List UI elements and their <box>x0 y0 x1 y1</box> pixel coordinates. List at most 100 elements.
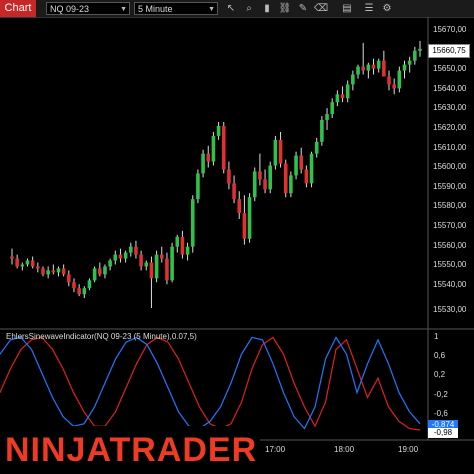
candle-body <box>36 266 40 269</box>
time-label: 19:00 <box>398 445 419 454</box>
indicator-axis-label: -0,2 <box>434 390 448 399</box>
candle-body <box>15 258 19 267</box>
candle-body <box>335 94 340 103</box>
price-label: 15530,00 <box>433 305 467 314</box>
candle-body <box>325 114 329 121</box>
price-label: 15560,00 <box>433 241 467 250</box>
candle-body <box>41 268 45 275</box>
candle-body <box>402 64 407 71</box>
candle-body <box>206 153 211 162</box>
candle-body <box>190 199 195 247</box>
candle-body <box>356 66 360 75</box>
candle-body <box>242 213 247 239</box>
price-label: 15580,00 <box>433 201 467 210</box>
candle-body <box>113 254 118 261</box>
price-label: 15600,00 <box>433 162 467 171</box>
candle-body <box>180 236 185 255</box>
candle-body <box>221 125 226 170</box>
candle-body <box>77 288 81 295</box>
candle-body <box>196 173 200 200</box>
price-label: 15550,00 <box>433 260 467 269</box>
price-label: 15620,00 <box>433 123 467 132</box>
candle-body <box>309 153 314 184</box>
candle-body <box>134 246 138 255</box>
candle-body <box>30 260 35 267</box>
price-label: 15650,00 <box>433 64 467 73</box>
candle-body <box>392 84 396 89</box>
candle-body <box>103 266 107 275</box>
candle-body <box>82 288 87 295</box>
candle-body <box>361 66 365 71</box>
candle-body <box>46 270 50 275</box>
candle-body <box>366 64 371 71</box>
candle-body <box>139 254 143 267</box>
candle-body <box>175 236 180 247</box>
ninjatrader-logo: NINJATRADER <box>0 426 260 474</box>
indicator-axis-label: -0,6 <box>434 409 448 418</box>
candle-body <box>351 74 355 85</box>
candle-body <box>118 254 123 259</box>
candle-body <box>237 199 242 214</box>
candle-body <box>185 246 190 255</box>
price-label: 15570,00 <box>433 221 467 230</box>
candle-body <box>273 139 278 166</box>
indicator-label: EhlersSinewaveIndicator(NQ 09-23 (5 Minu… <box>6 332 197 341</box>
candle-body <box>67 274 71 283</box>
indicator-tag-red: -0,98 <box>428 428 458 438</box>
candle-body <box>294 155 298 176</box>
candle-body <box>330 102 335 115</box>
candle-body <box>201 153 205 174</box>
candle-body <box>407 60 412 65</box>
candle-body <box>108 260 112 267</box>
candle-body <box>387 76 391 85</box>
indicator-axis-label: 0,6 <box>434 351 446 360</box>
candle-body <box>25 260 30 265</box>
candle-body <box>72 282 76 289</box>
indicator-axis-label: 1 <box>434 332 439 341</box>
candle-body <box>56 268 61 273</box>
candle-body <box>154 254 159 279</box>
candle-body <box>252 171 257 198</box>
candle-body <box>51 270 56 273</box>
candle-body <box>263 179 267 190</box>
candle-body <box>345 84 350 99</box>
candle-body <box>61 268 66 275</box>
candle-body <box>20 264 25 267</box>
current-price-marker: 15660,75 <box>428 44 470 58</box>
candle-body <box>123 252 128 259</box>
candle-body <box>10 256 14 259</box>
price-label: 15540,00 <box>433 280 467 289</box>
time-label: 17:00 <box>265 445 286 454</box>
candle-body <box>278 139 283 164</box>
candle-body <box>268 165 273 190</box>
price-label: 15670,00 <box>433 25 467 34</box>
candle-body <box>418 48 422 51</box>
price-label: 15610,00 <box>433 143 467 152</box>
candle-body <box>227 169 231 184</box>
candle-body <box>216 125 221 136</box>
candle-body <box>397 70 402 89</box>
candle-body <box>382 60 386 77</box>
price-axis: 15670,00 15650,00 15640,00 15630,00 1562… <box>429 18 474 328</box>
candle-body <box>87 280 92 289</box>
candle-body <box>258 171 262 180</box>
candle-body <box>304 169 309 184</box>
candle-body <box>211 135 216 162</box>
candle-body <box>97 268 102 275</box>
candle-body <box>170 246 174 281</box>
time-label: 18:00 <box>334 445 355 454</box>
candle-body <box>371 64 376 69</box>
sine-line-blue <box>0 336 421 430</box>
indicator-axis-label: 0,2 <box>434 370 446 379</box>
chart-canvas[interactable] <box>0 0 474 474</box>
candle-body <box>149 262 154 279</box>
candle-body <box>320 120 324 142</box>
candle-body <box>289 175 293 194</box>
candle-body <box>413 50 417 61</box>
price-label: 15640,00 <box>433 84 467 93</box>
candle-body <box>376 60 381 69</box>
price-label: 15590,00 <box>433 182 467 191</box>
candle-body <box>92 268 97 281</box>
candle-body <box>165 258 169 281</box>
candle-body <box>159 254 164 259</box>
